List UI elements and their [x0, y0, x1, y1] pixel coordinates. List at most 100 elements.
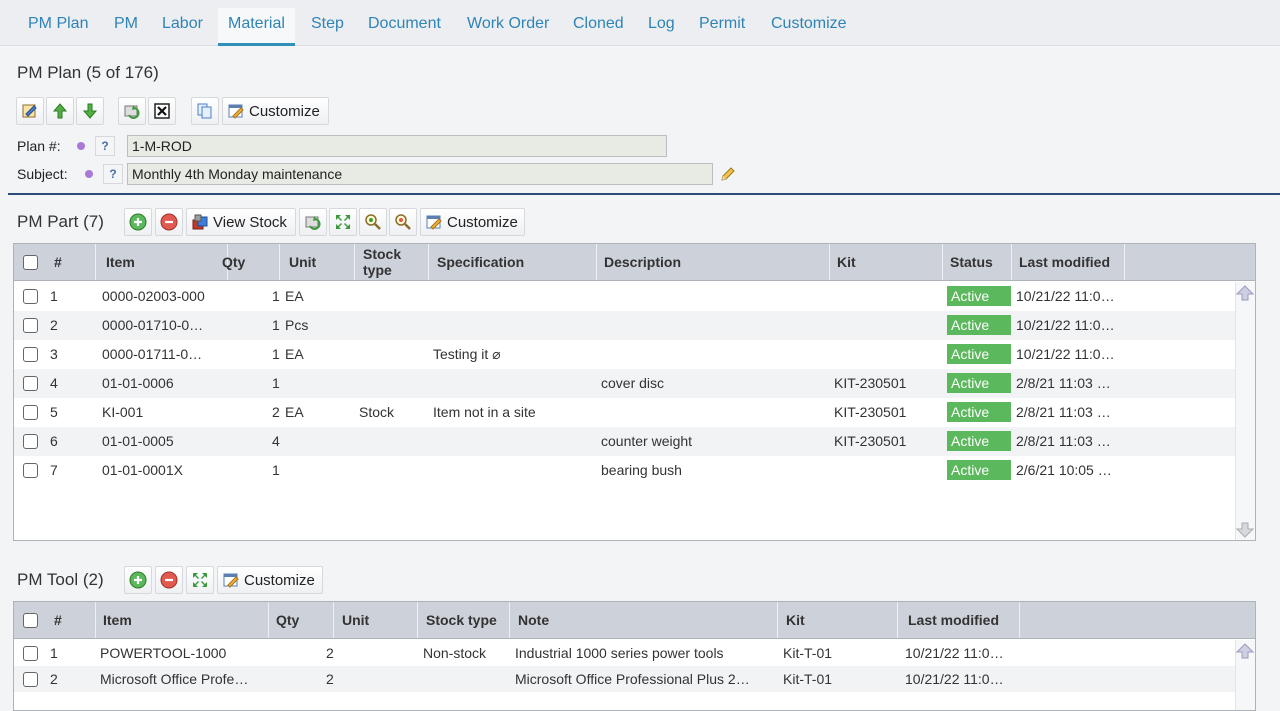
column-header[interactable]: Qty: [270, 602, 334, 638]
subject-help-button[interactable]: ?: [103, 164, 123, 184]
customize-icon: [222, 571, 240, 589]
row-checkbox[interactable]: [23, 289, 38, 304]
tab-permit[interactable]: Permit: [689, 8, 755, 46]
parts-customize-button[interactable]: Customize: [420, 208, 525, 236]
remove-tool-button[interactable]: [155, 566, 183, 594]
tools-customize-button[interactable]: Customize: [217, 566, 323, 594]
row-number: 5: [50, 404, 58, 420]
column-header[interactable]: #: [48, 244, 96, 280]
table-row[interactable]: 2 Microsoft Office Profe… 2 Microsoft Of…: [14, 666, 1236, 692]
select-all-checkbox[interactable]: [23, 613, 38, 628]
tab-labor[interactable]: Labor: [152, 8, 213, 46]
row-checkbox[interactable]: [23, 463, 38, 478]
customize-icon: [425, 213, 443, 231]
table-row[interactable]: 1 POWERTOOL-1000 2 Non-stock Industrial …: [14, 640, 1236, 666]
remove-part-button[interactable]: [155, 208, 183, 236]
description-cell: bearing bush: [601, 462, 682, 478]
stock-icon: [191, 213, 209, 231]
column-header[interactable]: Description: [598, 244, 830, 280]
tab-step[interactable]: Step: [301, 8, 354, 46]
expand-icon: [334, 213, 352, 231]
qty-cell: 4: [272, 433, 280, 449]
tab-pm-plan[interactable]: PM Plan: [18, 8, 98, 46]
tab-work-order[interactable]: Work Order: [457, 8, 559, 46]
add-icon: [129, 213, 147, 231]
edit-button[interactable]: [16, 97, 44, 125]
column-header[interactable]: Kit: [831, 244, 943, 280]
parts-grid-header: # Item Qty Unit Stock type Specification…: [14, 244, 1255, 281]
select-all-checkbox[interactable]: [23, 255, 38, 270]
row-number: 4: [50, 375, 58, 391]
table-row[interactable]: 6 01-01-0005 4 counter weight KIT-230501…: [14, 427, 1236, 456]
row-checkbox[interactable]: [23, 347, 38, 362]
previous-record-button[interactable]: [46, 97, 74, 125]
column-header[interactable]: Stock type: [357, 244, 429, 280]
item-cell: 01-01-0005: [102, 433, 174, 449]
tools-scrollbar[interactable]: [1235, 640, 1255, 710]
row-checkbox[interactable]: [23, 405, 38, 420]
column-header[interactable]: Note: [512, 602, 778, 638]
column-header[interactable]: Specification: [431, 244, 597, 280]
parts-scrollbar[interactable]: [1235, 282, 1255, 540]
column-header[interactable]: Item: [97, 602, 269, 638]
column-header[interactable]: Unit: [283, 244, 355, 280]
tab-document[interactable]: Document: [358, 8, 451, 46]
subject-field[interactable]: Monthly 4th Monday maintenance: [127, 163, 713, 185]
table-row[interactable]: 2 0000-01710-0… 1 Pcs Active 10/21/22 11…: [14, 311, 1236, 340]
row-checkbox[interactable]: [23, 672, 38, 687]
tools-customize-label: Customize: [244, 571, 315, 589]
column-header[interactable]: Last modified: [1013, 244, 1125, 280]
plan-number-field[interactable]: 1-M-ROD: [127, 135, 667, 157]
refresh-parts-button[interactable]: [299, 208, 327, 236]
row-checkbox[interactable]: [23, 376, 38, 391]
table-row[interactable]: 5 KI-001 2 EA Stock Item not in a site K…: [14, 398, 1236, 427]
column-header[interactable]: Last modified: [902, 602, 1020, 638]
item-cell: POWERTOOL-1000: [100, 645, 227, 661]
column-header[interactable]: #: [48, 602, 96, 638]
customize-icon: [227, 102, 245, 120]
tab-log[interactable]: Log: [638, 8, 685, 46]
table-row[interactable]: 4 01-01-0006 1 cover disc KIT-230501 Act…: [14, 369, 1236, 398]
add-tool-button[interactable]: [124, 566, 152, 594]
item-cell: 0000-02003-000: [102, 288, 205, 304]
tab-cloned[interactable]: Cloned: [563, 8, 634, 46]
next-record-button[interactable]: [76, 97, 104, 125]
add-part-button[interactable]: [124, 208, 152, 236]
last-modified-cell: 10/21/22 11:0…: [1016, 346, 1115, 362]
plan-customize-button[interactable]: Customize: [222, 97, 329, 125]
row-checkbox[interactable]: [23, 434, 38, 449]
search-parts-button[interactable]: [359, 208, 387, 236]
item-cell: KI-001: [102, 404, 144, 420]
expand-parts-button[interactable]: [329, 208, 357, 236]
column-header[interactable]: Status: [944, 244, 1012, 280]
tab-material[interactable]: Material: [218, 8, 295, 46]
row-checkbox[interactable]: [23, 318, 38, 333]
view-stock-button[interactable]: View Stock: [186, 208, 296, 236]
table-row[interactable]: 7 01-01-0001X 1 bearing bush Active 2/6/…: [14, 456, 1236, 485]
scroll-down-icon[interactable]: [1235, 521, 1255, 539]
column-header[interactable]: Qty: [216, 244, 280, 280]
pencil-icon[interactable]: [719, 165, 737, 183]
status-badge: Active: [947, 431, 1011, 451]
close-button[interactable]: [148, 97, 176, 125]
table-row[interactable]: 3 0000-01711-0… 1 EA Testing it ⌀ Active…: [14, 340, 1236, 369]
column-header[interactable]: Unit: [336, 602, 418, 638]
scroll-up-icon[interactable]: [1235, 284, 1255, 302]
table-row[interactable]: 1 0000-02003-000 1 EA Active 10/21/22 11…: [14, 282, 1236, 311]
column-header[interactable]: Stock type: [420, 602, 510, 638]
row-number: 2: [50, 317, 58, 333]
section-divider: [8, 193, 1280, 195]
tab-customize[interactable]: Customize: [761, 8, 857, 46]
refresh-button[interactable]: [118, 97, 146, 125]
tab-pm[interactable]: PM: [104, 8, 148, 46]
clear-search-button[interactable]: [389, 208, 417, 236]
column-header[interactable]: Kit: [780, 602, 898, 638]
plan-number-help-button[interactable]: ?: [95, 136, 115, 156]
description-cell: cover disc: [601, 375, 665, 391]
expand-tools-button[interactable]: [186, 566, 214, 594]
status-badge: Active: [947, 286, 1011, 306]
column-header[interactable]: Item: [100, 244, 228, 280]
row-checkbox[interactable]: [23, 646, 38, 661]
copy-button[interactable]: [191, 97, 219, 125]
scroll-up-icon[interactable]: [1235, 642, 1255, 660]
